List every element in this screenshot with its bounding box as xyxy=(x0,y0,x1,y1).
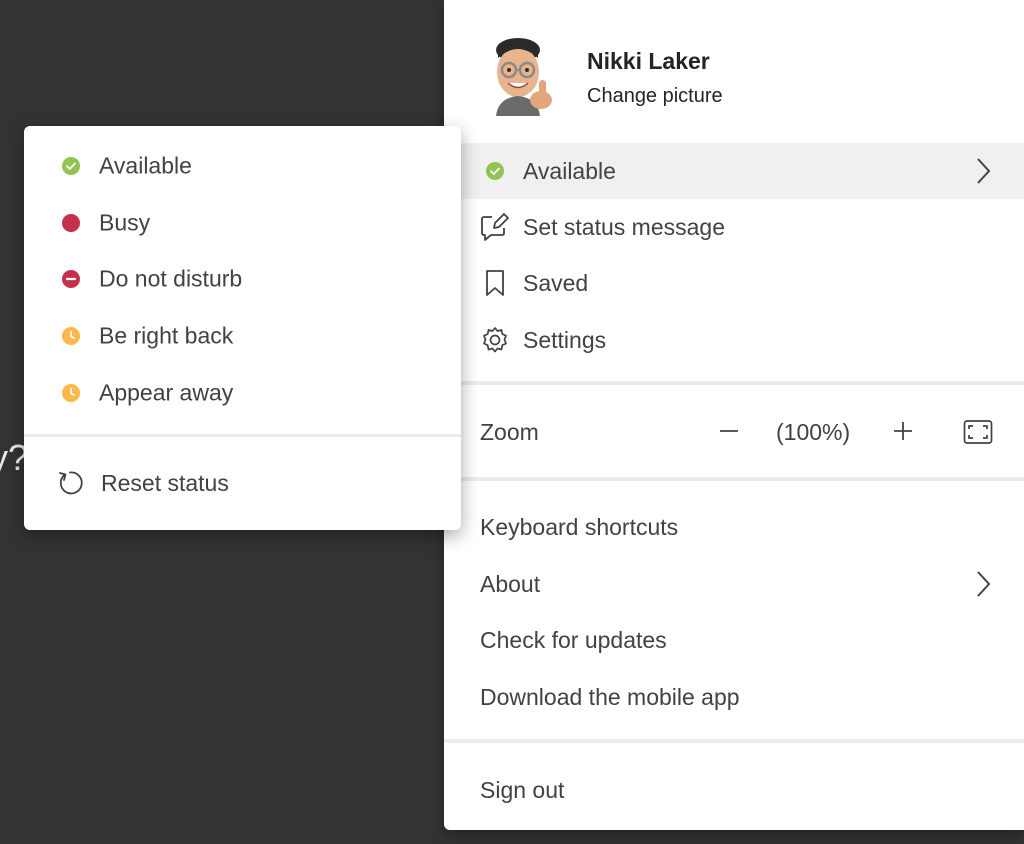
profile-header: Nikki Laker Change picture xyxy=(444,0,1024,140)
status-option-busy[interactable]: Busy xyxy=(24,195,461,251)
chevron-right-icon xyxy=(972,569,994,599)
change-picture-link[interactable]: Change picture xyxy=(587,85,723,108)
status-option-do-not-disturb[interactable]: Do not disturb xyxy=(24,251,461,307)
clock-icon xyxy=(62,384,80,402)
profile-name: Nikki Laker xyxy=(587,48,710,74)
keyboard-shortcuts-item[interactable]: Keyboard shortcuts xyxy=(444,499,1024,555)
keyboard-shortcuts-label: Keyboard shortcuts xyxy=(480,513,679,540)
menu-divider xyxy=(444,739,1024,743)
status-label: Available xyxy=(523,157,616,184)
reset-status-label: Reset status xyxy=(101,470,229,496)
status-menu-item[interactable]: Available xyxy=(444,143,1024,199)
settings-label: Settings xyxy=(523,326,607,353)
status-option-label: Be right back xyxy=(99,322,234,349)
set-status-message-item[interactable]: Set status message xyxy=(444,199,1024,255)
check-icon xyxy=(62,157,80,175)
status-option-be-right-back[interactable]: Be right back xyxy=(24,308,461,364)
status-option-available[interactable]: Available xyxy=(24,138,461,194)
edit-message-icon xyxy=(480,212,510,242)
status-option-label: Do not disturb xyxy=(99,265,243,292)
saved-label: Saved xyxy=(523,269,589,296)
sign-out-label: Sign out xyxy=(480,776,565,803)
clock-icon xyxy=(62,327,80,345)
status-submenu: Available Busy Do not disturb Be right b… xyxy=(24,126,461,530)
gear-icon xyxy=(480,325,510,355)
status-option-label: Appear away xyxy=(99,379,234,406)
chevron-right-icon xyxy=(972,156,994,186)
profile-menu: Nikki Laker Change picture Available Set… xyxy=(444,0,1024,830)
bookmark-icon xyxy=(480,268,510,298)
avatar[interactable] xyxy=(490,36,554,116)
minus-icon xyxy=(62,270,80,288)
status-divider xyxy=(24,434,461,437)
status-option-label: Busy xyxy=(99,209,151,236)
zoom-label: Zoom xyxy=(480,419,539,445)
status-option-label: Available xyxy=(99,152,192,179)
status-option-appear-away[interactable]: Appear away xyxy=(24,365,461,421)
zoom-value: (100%) xyxy=(776,419,851,445)
download-mobile-app-label: Download the mobile app xyxy=(480,683,740,710)
check-for-updates-item[interactable]: Check for updates xyxy=(444,612,1024,668)
menu-divider xyxy=(444,477,1024,481)
about-label: About xyxy=(480,570,541,597)
download-mobile-app-item[interactable]: Download the mobile app xyxy=(444,669,1024,725)
fullscreen-icon[interactable] xyxy=(963,419,993,445)
zoom-out-button[interactable] xyxy=(718,419,740,443)
sign-out-item[interactable]: Sign out xyxy=(444,762,1024,818)
reset-status-item[interactable]: Reset status xyxy=(24,456,461,512)
menu-divider xyxy=(444,381,1024,385)
status-available-icon xyxy=(480,156,510,186)
check-for-updates-label: Check for updates xyxy=(480,626,667,653)
zoom-in-button[interactable] xyxy=(892,419,914,443)
busy-dot-icon xyxy=(62,214,80,232)
settings-item[interactable]: Settings xyxy=(444,312,1024,368)
zoom-row: Zoom (100%) xyxy=(444,405,1024,461)
about-item[interactable]: About xyxy=(444,556,1024,612)
set-status-message-label: Set status message xyxy=(523,213,725,240)
reset-icon xyxy=(56,469,84,497)
saved-item[interactable]: Saved xyxy=(444,255,1024,311)
